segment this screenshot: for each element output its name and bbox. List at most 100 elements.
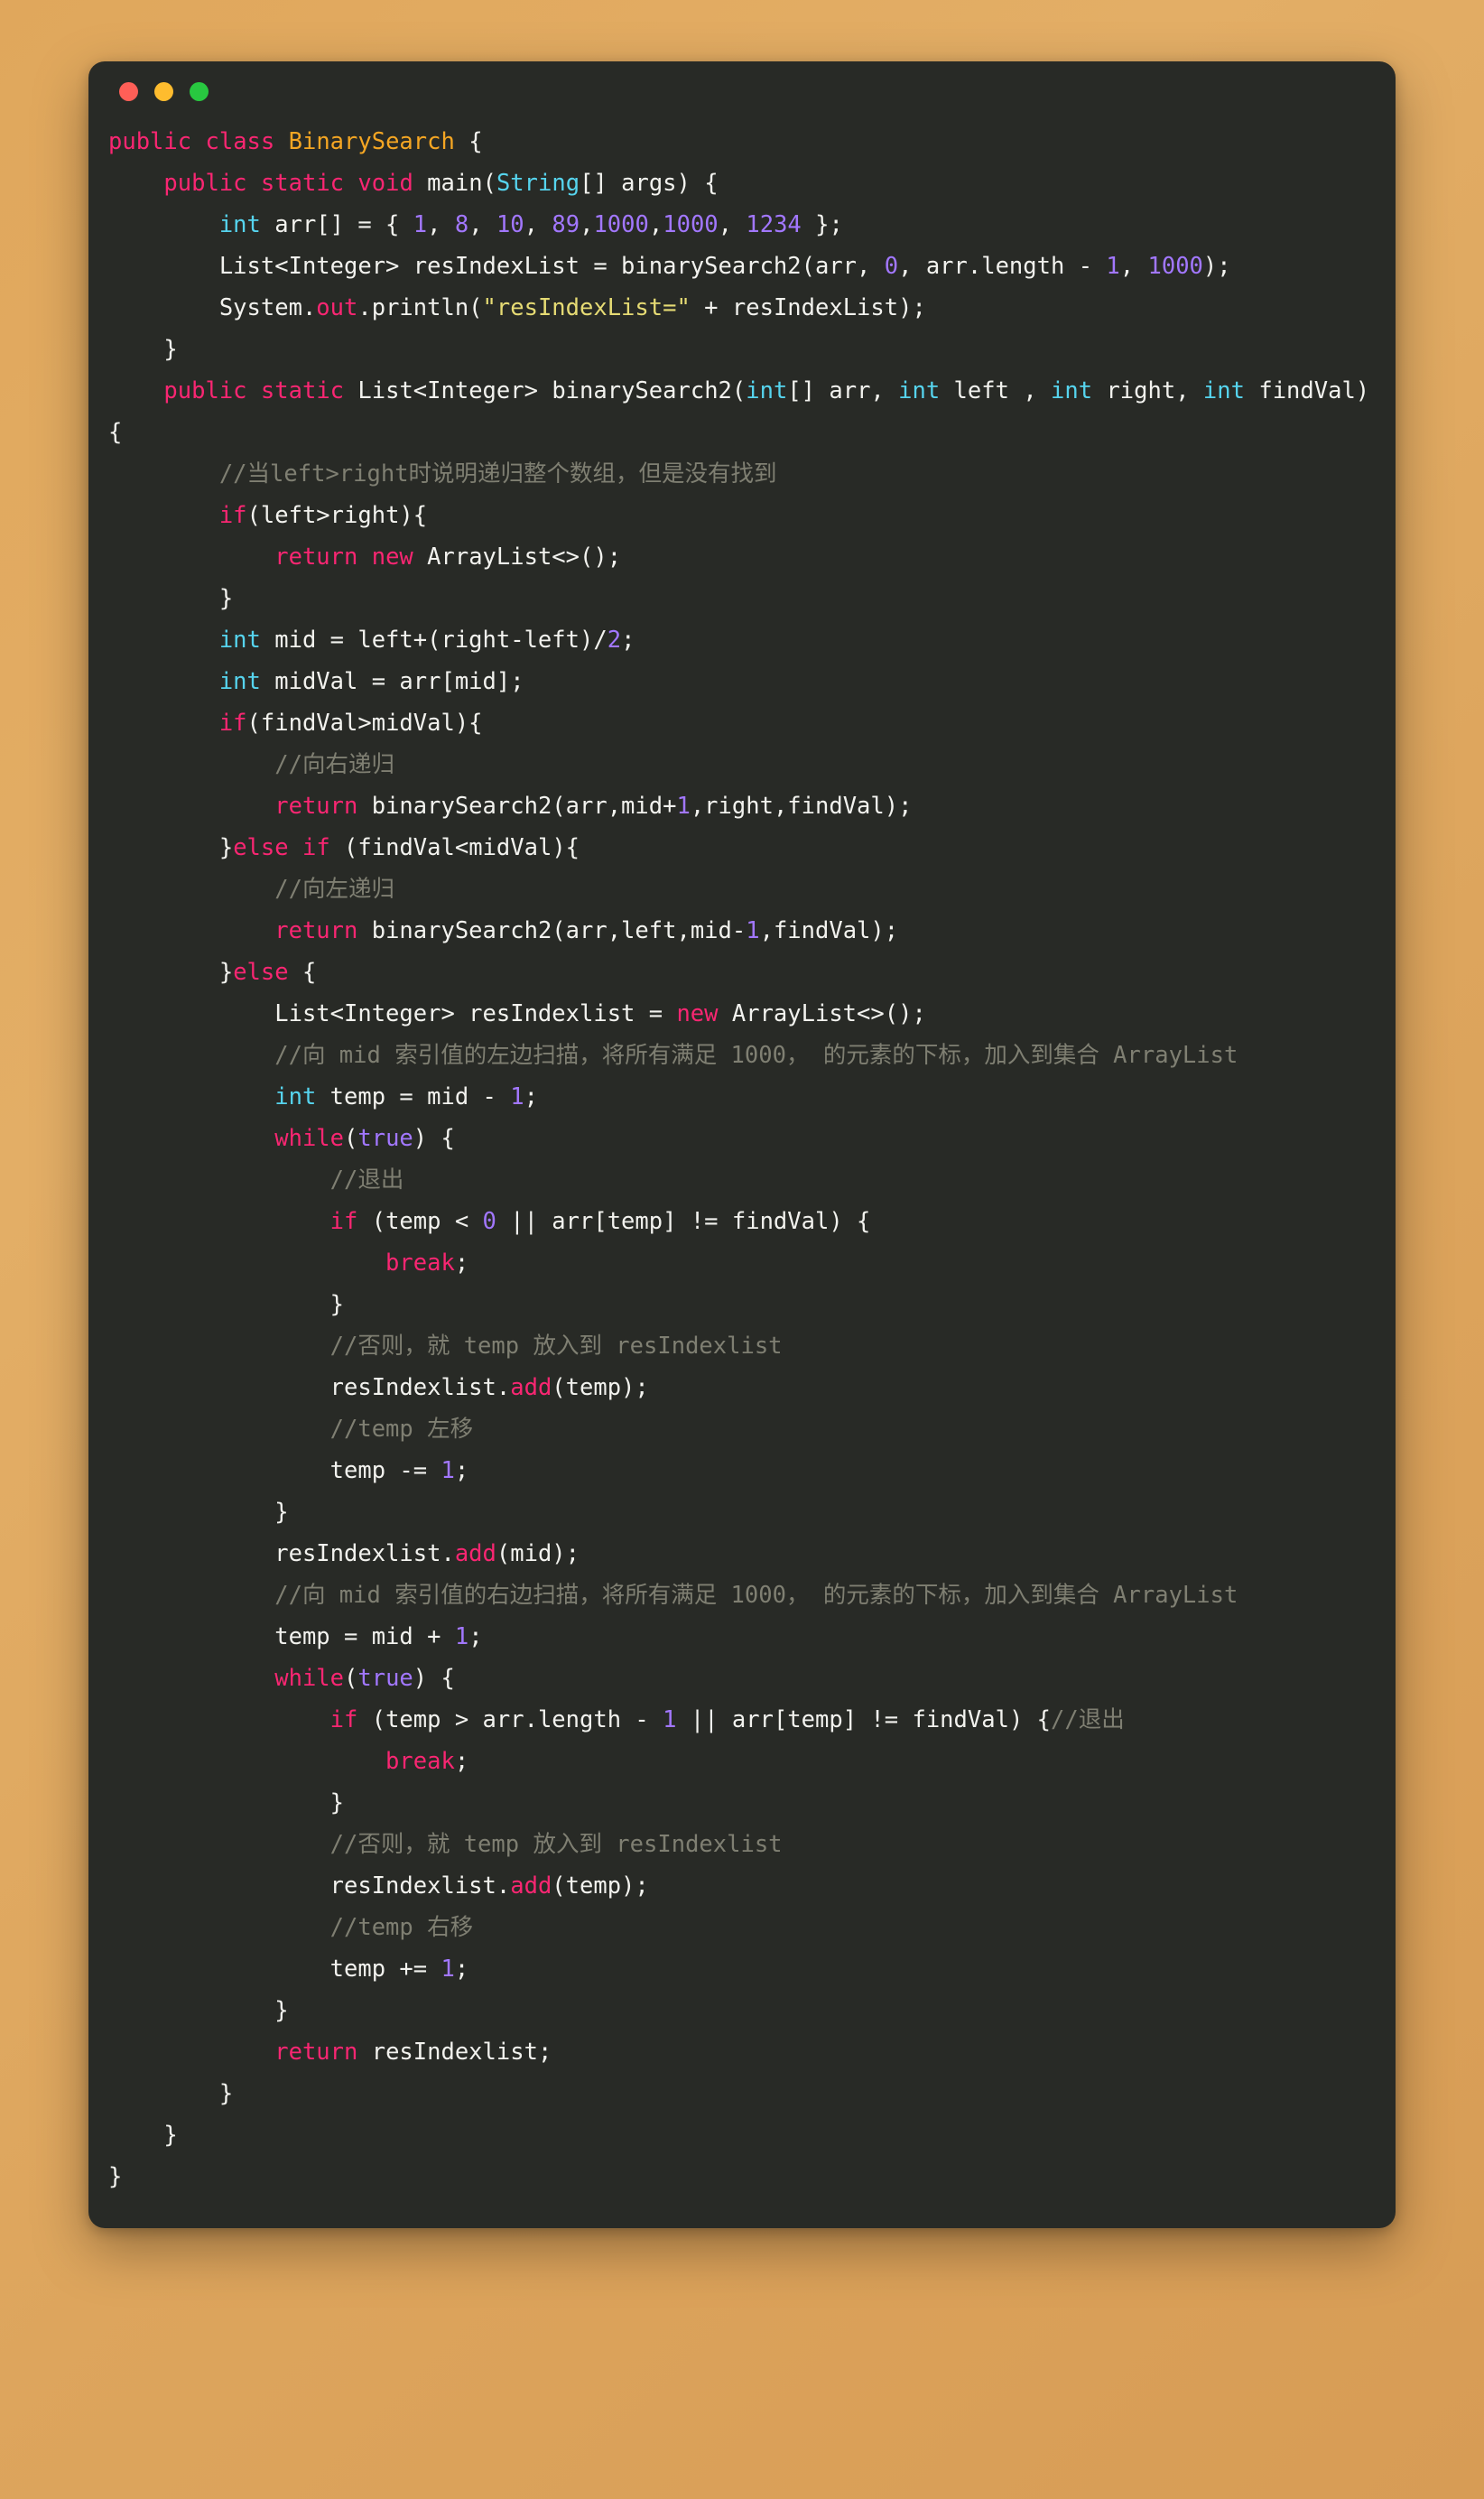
code-token-pln: || arr[temp] != findVal) {: [496, 1208, 871, 1235]
code-token-pln: [108, 1416, 330, 1443]
code-token-pln: (temp);: [552, 1374, 649, 1401]
code-line: //当left>right时说明递归整个数组，但是没有找到: [108, 453, 1376, 495]
code-token-str: "resIndexList=": [482, 294, 691, 321]
code-token-cmt: //向 mid 索引值的左边扫描，将所有满足 1000， 的元素的下标，加入到集…: [274, 1042, 1238, 1069]
code-token-pln: (: [344, 1665, 358, 1692]
code-line: //退出: [108, 1159, 1376, 1201]
code-line: int arr[] = { 1, 8, 10, 89,1000,1000, 12…: [108, 204, 1376, 246]
code-token-pln: [108, 377, 163, 404]
code-line: //否则，就 temp 放入到 resIndexlist: [108, 1325, 1376, 1367]
code-token-num: 10: [496, 211, 524, 238]
code-line: resIndexlist.add(temp);: [108, 1367, 1376, 1408]
code-token-pln: [108, 917, 274, 944]
code-line: }: [108, 578, 1376, 619]
code-token-pln: [108, 1665, 274, 1692]
code-token-num: 1234: [746, 211, 802, 238]
code-token-pln: {: [454, 128, 483, 155]
code-token-cmt: //退出: [329, 1166, 404, 1194]
code-token-pln: ;: [454, 1457, 469, 1484]
code-block: public class BinarySearch { public stati…: [88, 121, 1396, 2197]
code-token-pln: [108, 1250, 385, 1277]
code-line: }: [108, 1284, 1376, 1325]
code-line: //向右递归: [108, 744, 1376, 785]
code-line: temp -= 1;: [108, 1450, 1376, 1491]
code-token-pln: [108, 1582, 274, 1609]
code-line: //否则，就 temp 放入到 resIndexlist: [108, 1824, 1376, 1865]
code-token-kw: void: [357, 170, 413, 197]
code-token-fn: add: [510, 1374, 552, 1401]
code-token-pln: [108, 1125, 274, 1152]
code-line: while(true) {: [108, 1118, 1376, 1159]
code-token-pln: midVal = arr[mid];: [260, 668, 524, 695]
code-token-pln: (temp > arr.length -: [357, 1706, 663, 1733]
code-token-pln: resIndexlist.: [108, 1540, 455, 1567]
code-token-pln: }: [108, 834, 234, 861]
code-line: }else {: [108, 952, 1376, 993]
code-line: return binarySearch2(arr,left,mid-1,find…: [108, 910, 1376, 952]
code-token-pln: [108, 627, 219, 654]
code-line: resIndexlist.add(mid);: [108, 1533, 1376, 1575]
code-token-num: 0: [482, 1208, 496, 1235]
code-line: //temp 右移: [108, 1907, 1376, 1948]
code-line: if (temp < 0 || arr[temp] != findVal) {: [108, 1201, 1376, 1242]
code-token-pln: [247, 170, 261, 197]
code-token-pln: temp = mid -: [316, 1083, 511, 1110]
code-token-pln: [289, 834, 302, 861]
code-token-pln: List<Integer> binarySearch2(: [344, 377, 747, 404]
code-token-pln: }: [108, 336, 178, 363]
code-line: }else if (findVal<midVal){: [108, 827, 1376, 869]
code-token-fn: out: [316, 294, 358, 321]
code-line: public class BinarySearch {: [108, 121, 1376, 163]
code-token-pln: [] args) {: [580, 170, 719, 197]
code-line: return resIndexlist;: [108, 2031, 1376, 2073]
code-token-fn: add: [510, 1872, 552, 1900]
code-token-kw: while: [274, 1125, 344, 1152]
code-token-pln: [108, 668, 219, 695]
code-line: }: [108, 2156, 1376, 2197]
code-token-num: true: [357, 1665, 413, 1692]
code-token-cmt: //否则，就 temp 放入到 resIndexlist: [329, 1333, 783, 1360]
code-token-pln: main(: [413, 170, 496, 197]
code-token-pln: [108, 1748, 385, 1775]
code-line: break;: [108, 1741, 1376, 1782]
code-token-pln: ,: [580, 211, 594, 238]
minimize-window-button[interactable]: [154, 81, 173, 101]
code-token-pln: );: [1202, 253, 1231, 280]
code-token-num: 1: [1106, 253, 1120, 280]
code-token-pln: ;: [454, 1956, 469, 1983]
code-token-pln: [247, 377, 261, 404]
code-token-pln: }: [108, 2080, 234, 2107]
code-token-pln: ,: [718, 211, 747, 238]
code-token-typ: int: [898, 377, 941, 404]
code-token-pln: ;: [454, 1748, 469, 1775]
code-line: if(left>right){: [108, 495, 1376, 536]
code-token-pln: List<Integer> resIndexlist =: [108, 1000, 677, 1027]
code-token-pln: [108, 211, 219, 238]
code-line: //向 mid 索引值的左边扫描，将所有满足 1000， 的元素的下标，加入到集…: [108, 1035, 1376, 1076]
code-token-pln: (findVal<midVal){: [329, 834, 580, 861]
code-token-pln: resIndexlist.: [108, 1374, 511, 1401]
code-line: //向 mid 索引值的右边扫描，将所有满足 1000， 的元素的下标，加入到集…: [108, 1575, 1376, 1616]
code-token-pln: ArrayList<>();: [718, 1000, 926, 1027]
code-line: int mid = left+(right-left)/2;: [108, 619, 1376, 661]
code-token-cmt: //temp 右移: [329, 1914, 474, 1941]
code-line: while(true) {: [108, 1658, 1376, 1699]
code-token-num: 1: [663, 1706, 677, 1733]
code-token-pln: }: [108, 1789, 344, 1816]
close-window-button[interactable]: [119, 81, 138, 101]
code-token-pln: resIndexlist.: [108, 1872, 511, 1900]
code-token-pln: (findVal>midVal){: [246, 710, 483, 737]
code-token-pln: (left>right){: [246, 502, 428, 529]
code-line: List<Integer> resIndexlist = new ArrayLi…: [108, 993, 1376, 1035]
code-token-pln: ;: [524, 1083, 538, 1110]
code-token-pln: [108, 793, 274, 820]
code-token-kw: break: [385, 1250, 455, 1277]
code-line: temp = mid + 1;: [108, 1616, 1376, 1658]
code-token-pln: ,findVal);: [759, 917, 899, 944]
code-token-pln: temp = mid +: [108, 1623, 455, 1650]
code-token-pln: [108, 1083, 274, 1110]
maximize-window-button[interactable]: [190, 81, 209, 101]
code-line: public static List<Integer> binarySearch…: [108, 370, 1376, 453]
code-token-kw: return: [274, 543, 358, 571]
code-token-pln: [108, 751, 274, 778]
